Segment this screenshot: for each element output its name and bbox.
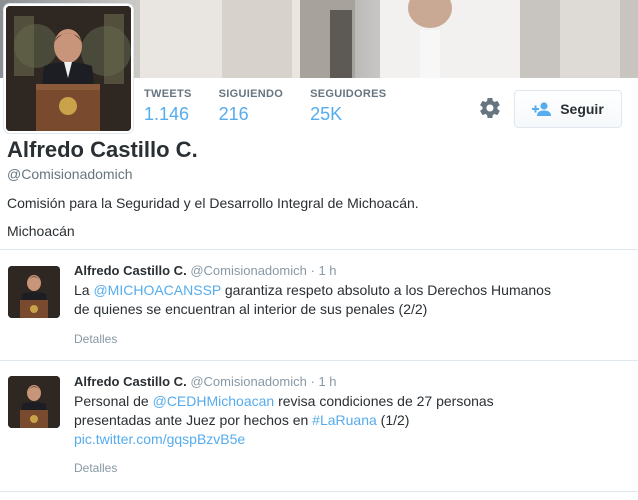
divider [0, 491, 638, 492]
tweet-text-segment: (1/2) [376, 412, 410, 428]
tweet-text-segment: La [74, 282, 94, 298]
avatar-photo [6, 6, 131, 131]
tweet-dot: · [310, 374, 315, 389]
gear-icon[interactable] [478, 96, 502, 120]
stat-value: 25K [310, 104, 343, 124]
tweet-text: Personal de @CEDHMichoacan revisa condic… [74, 392, 614, 449]
profile-handle[interactable]: @Comisionadomich [7, 166, 132, 182]
profile-stats: TWEETS 1.146 SIGUIENDO 216 SEGUIDORES 25… [144, 88, 413, 125]
tweet-author-handle[interactable]: @Comisionadomich [190, 263, 307, 278]
tweet-timestamp[interactable]: 1 h [318, 374, 336, 389]
tweet-author-handle[interactable]: @Comisionadomich [190, 374, 307, 389]
stat-label: TWEETS [144, 88, 192, 100]
tweet-header: Alfredo Castillo C. @Comisionadomich · 1… [74, 263, 337, 278]
tweet-item[interactable]: Alfredo Castillo C. @Comisionadomich · 1… [0, 361, 638, 491]
follow-button-label: Seguir [560, 101, 604, 117]
tweet-text-segment: de quienes se encuentran al interior de … [74, 301, 428, 317]
tweet-timestamp[interactable]: 1 h [318, 263, 336, 278]
tweet-avatar[interactable] [8, 266, 60, 318]
tweet-author-name[interactable]: Alfredo Castillo C. [74, 263, 187, 278]
profile-name: Alfredo Castillo C. [7, 137, 198, 162]
stat-followers[interactable]: SEGUIDORES 25K [310, 88, 386, 125]
tweet-details-link[interactable]: Detalles [74, 461, 117, 475]
follow-button[interactable]: Seguir [514, 90, 622, 128]
tweet-text-segment: revisa condiciones de 27 personas [274, 393, 494, 409]
add-user-icon [532, 102, 552, 116]
tweet-mention[interactable]: @MICHOACANSSP [93, 282, 221, 298]
tweet-item[interactable]: Alfredo Castillo C. @Comisionadomich · 1… [0, 250, 638, 360]
stat-value: 216 [218, 104, 249, 124]
tweet-media-link[interactable]: pic.twitter.com/gqspBzvB5e [74, 431, 245, 447]
tweet-details-link[interactable]: Detalles [74, 332, 117, 346]
tweet-dot: · [310, 263, 315, 278]
avatar-photo [8, 376, 60, 428]
avatar-photo [8, 266, 60, 318]
tweet-hashtag[interactable]: #LaRuana [312, 412, 377, 428]
stat-following[interactable]: SIGUIENDO 216 [219, 88, 283, 125]
tweet-header: Alfredo Castillo C. @Comisionadomich · 1… [74, 374, 337, 389]
tweet-avatar[interactable] [8, 376, 60, 428]
tweet-author-name[interactable]: Alfredo Castillo C. [74, 374, 187, 389]
stat-label: SIGUIENDO [218, 88, 284, 100]
profile-avatar[interactable] [4, 4, 133, 133]
tweet-mention[interactable]: @CEDHMichoacan [153, 393, 275, 409]
profile-location: Michoacán [7, 223, 75, 239]
tweet-text-segment: presentadas ante Juez por hechos en [74, 412, 313, 428]
stat-tweets[interactable]: TWEETS 1.146 [144, 88, 192, 125]
stat-value: 1.146 [144, 104, 190, 124]
tweet-text-segment: Personal de [74, 393, 153, 409]
tweet-text-segment: garantiza respeto absoluto a los Derecho… [221, 282, 551, 298]
tweet-text: La @MICHOACANSSP garantiza respeto absol… [74, 281, 614, 319]
stat-label: SEGUIDORES [310, 88, 387, 100]
profile-bio: Comisión para la Seguridad y el Desarrol… [7, 195, 419, 211]
